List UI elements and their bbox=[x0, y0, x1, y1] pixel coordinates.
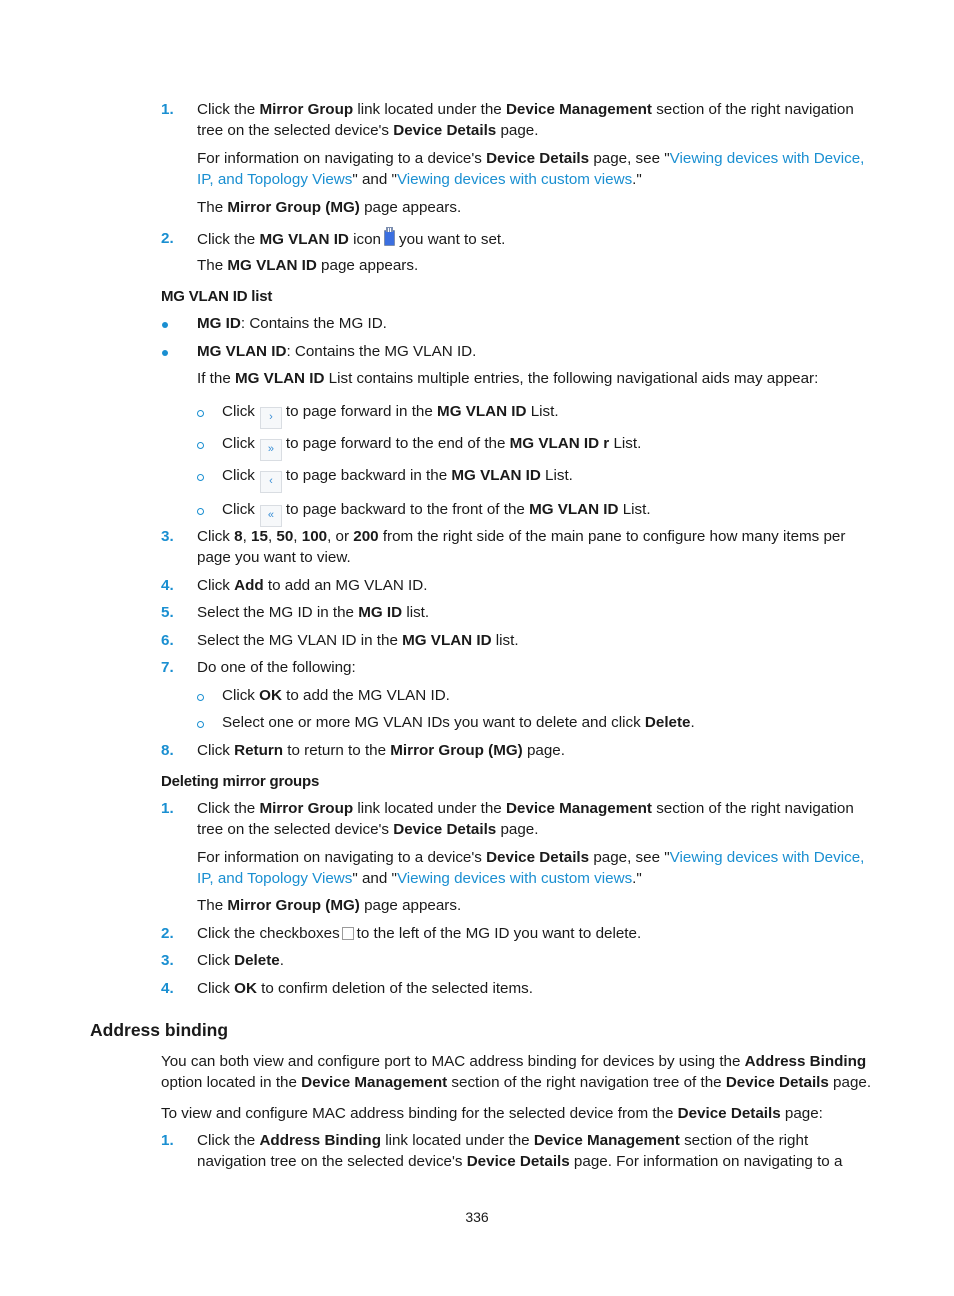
subsection-heading: MG VLAN ID list bbox=[161, 288, 273, 305]
paragraph: You can both view and configure port to … bbox=[161, 1053, 867, 1070]
step-text: Do one of the following: bbox=[197, 659, 356, 676]
circle-bullet-icon bbox=[197, 474, 204, 481]
circle-bullet-icon bbox=[197, 410, 204, 417]
result-text: The MG VLAN ID page appears. bbox=[197, 257, 419, 274]
step-text: Select the MG ID in the MG ID list. bbox=[197, 604, 430, 621]
step-number: 7. bbox=[161, 659, 174, 676]
step-text-line2: page you want to view. bbox=[197, 549, 351, 566]
step-number: 1. bbox=[161, 800, 174, 817]
page-forward-icon[interactable]: › bbox=[259, 407, 282, 429]
step-text-line2: tree on the selected device's Device Det… bbox=[197, 122, 539, 139]
link-viewing-devices-custom-views[interactable]: Viewing devices with custom views bbox=[397, 870, 632, 887]
info-text-line2: IP, and Topology Views" and "Viewing dev… bbox=[197, 870, 642, 887]
page-back-icon[interactable]: ‹ bbox=[259, 471, 282, 493]
step-number: 3. bbox=[161, 528, 174, 545]
step-text: Click OK to confirm deletion of the sele… bbox=[197, 980, 533, 997]
page-number: 336 bbox=[465, 1209, 489, 1225]
list-item: MG ID: Contains the MG ID. bbox=[197, 315, 387, 332]
bullet-icon bbox=[162, 350, 168, 356]
link-viewing-devices-device-views-cont[interactable]: IP, and Topology Views bbox=[197, 171, 352, 188]
list-item: Click ‹ to page backward in the MG VLAN ID… bbox=[222, 467, 573, 493]
list-item: Click › to page forward in the MG VLAN ID … bbox=[222, 403, 559, 429]
step-text: Select the MG VLAN ID in the MG VLAN ID … bbox=[197, 632, 519, 649]
step-number: 1. bbox=[161, 101, 174, 118]
bullet-icon bbox=[162, 322, 168, 328]
step-text: Click the Mirror Group link located unde… bbox=[197, 101, 854, 118]
link-viewing-devices-device-views[interactable]: Viewing devices with Device, bbox=[670, 849, 865, 866]
step-number: 5. bbox=[161, 604, 174, 621]
subsection-heading: Deleting mirror groups bbox=[161, 773, 320, 790]
step-text-line2: navigation tree on the selected device's… bbox=[197, 1153, 843, 1170]
circle-bullet-icon bbox=[197, 508, 204, 515]
link-viewing-devices-device-views[interactable]: Viewing devices with Device, bbox=[670, 150, 865, 167]
info-text: For information on navigating to a devic… bbox=[197, 150, 865, 167]
section-heading: Address binding bbox=[90, 1020, 229, 1040]
step-text: Click Delete. bbox=[197, 952, 284, 969]
info-text: For information on navigating to a devic… bbox=[197, 849, 865, 866]
list-item: Click OK to add the MG VLAN ID. bbox=[222, 687, 450, 704]
step-number: 2. bbox=[161, 925, 174, 942]
info-text-line2: IP, and Topology Views" and "Viewing dev… bbox=[197, 171, 642, 188]
step-text: Click the MG VLAN ID icon you want to set… bbox=[197, 227, 506, 248]
list-item: MG VLAN ID: Contains the MG VLAN ID. bbox=[197, 343, 477, 360]
mg-vlan-id-icon bbox=[384, 227, 395, 246]
step-text: Click the Address Binding link located u… bbox=[197, 1132, 809, 1149]
paragraph-line2: option located in the Device Management … bbox=[161, 1074, 872, 1091]
circle-bullet-icon bbox=[197, 721, 204, 728]
circle-bullet-icon bbox=[197, 442, 204, 449]
step-number: 8. bbox=[161, 742, 174, 759]
step-text-line2: tree on the selected device's Device Det… bbox=[197, 821, 539, 838]
step-text: Click Return to return to the Mirror Gro… bbox=[197, 742, 565, 759]
step-text: Click the Mirror Group link located unde… bbox=[197, 800, 854, 817]
step-text: Click Add to add an MG VLAN ID. bbox=[197, 577, 428, 594]
list-item: Click» to page forward to the end of the … bbox=[222, 435, 641, 461]
step-number: 6. bbox=[161, 632, 174, 649]
result-text: The Mirror Group (MG) page appears. bbox=[197, 897, 462, 914]
paragraph: To view and configure MAC address bindin… bbox=[161, 1105, 823, 1122]
step-number: 1. bbox=[161, 1132, 174, 1149]
nav-intro-text: If the MG VLAN ID List contains multiple… bbox=[197, 370, 819, 387]
step-number: 4. bbox=[161, 577, 174, 594]
step-number: 4. bbox=[161, 980, 174, 997]
list-item: Select one or more MG VLAN IDs you want … bbox=[222, 714, 695, 731]
step-text: Click the checkboxes to the left of the M… bbox=[197, 925, 642, 942]
step-number: 2. bbox=[161, 230, 174, 247]
checkbox-icon bbox=[341, 927, 354, 940]
page-front-icon[interactable]: « bbox=[259, 505, 282, 527]
step-text: Click 8, 15, 50, 100, or 200 from the ri… bbox=[197, 528, 846, 545]
circle-bullet-icon bbox=[197, 694, 204, 701]
link-viewing-devices-device-views-cont[interactable]: IP, and Topology Views bbox=[197, 870, 352, 887]
link-viewing-devices-custom-views[interactable]: Viewing devices with custom views bbox=[397, 171, 632, 188]
result-text: The Mirror Group (MG) page appears. bbox=[197, 199, 462, 216]
page-end-icon[interactable]: » bbox=[259, 439, 282, 461]
step-number: 3. bbox=[161, 952, 174, 969]
list-item: Click «to page backward to the front of t… bbox=[222, 501, 651, 527]
